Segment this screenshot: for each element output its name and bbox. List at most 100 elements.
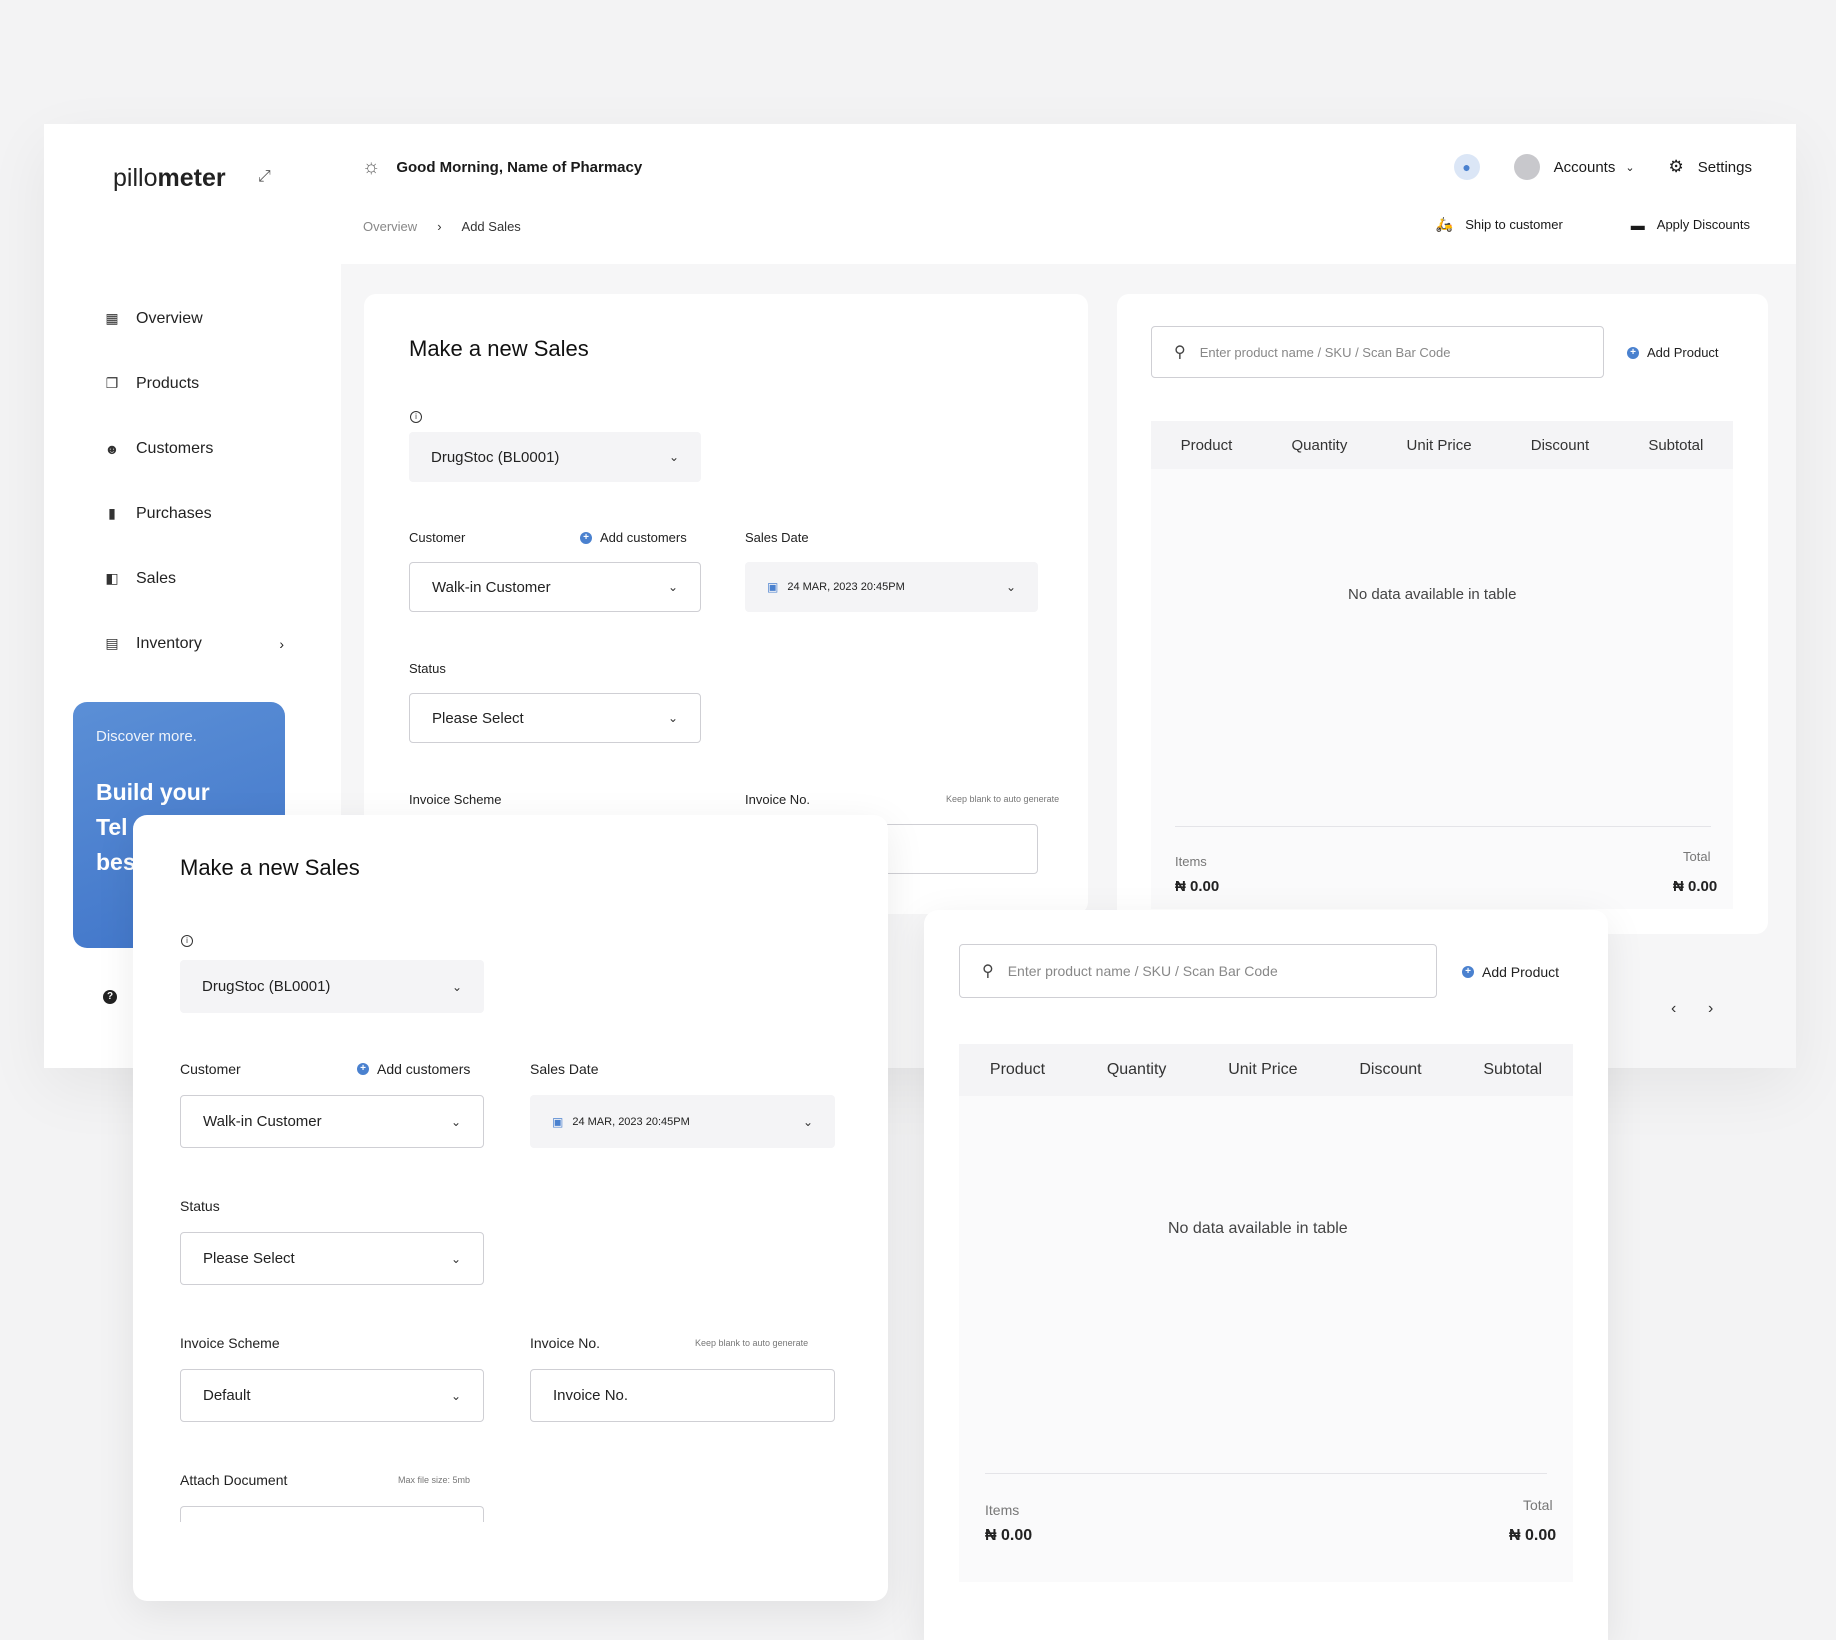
attach-document-label: Attach Document [180,1472,288,1488]
total-label: Total [1523,1497,1553,1513]
table-header: Product Quantity Unit Price Discount Sub… [959,1044,1573,1096]
breadcrumb-overview[interactable]: Overview [363,219,417,234]
add-product-button[interactable]: + Add Product [1462,964,1559,980]
sun-icon: ☼ [362,156,381,178]
sidebar-item-inventory[interactable]: ▤ Inventory › [104,611,284,676]
search-icon: ⚲ [982,963,994,980]
products-icon: ❐ [105,375,119,391]
sidebar-item-overview[interactable]: ▦ Overview [104,286,284,351]
chevron-down-icon: ⌄ [451,979,462,994]
customer-select[interactable]: Walk-in Customer ⌄ [409,562,701,612]
location-select[interactable]: DrugStoc (BL0001) ⌄ [409,432,701,482]
empty-table-message: No data available in table [1168,1220,1348,1237]
chevron-down-icon: ⌄ [802,1114,813,1129]
column-quantity[interactable]: Quantity [1107,1061,1167,1079]
add-product-button[interactable]: + Add Product [1627,345,1719,360]
plus-icon: + [580,531,592,544]
invoice-no-label: Invoice No. [530,1335,601,1351]
status-select[interactable]: Please Select ⌄ [180,1232,484,1285]
product-search-input[interactable]: ⚲ Enter product name / SKU / Scan Bar Cod… [959,944,1437,998]
info-icon: i [181,935,193,947]
location-select[interactable]: DrugStoc (BL0001) ⌄ [180,960,484,1013]
items-value: ₦ 0.00 [1175,878,1220,895]
column-discount[interactable]: Discount [1359,1061,1421,1079]
dashboard-icon: ▦ [105,310,119,326]
chevron-down-icon: ⌄ [1625,161,1635,174]
sales-date-picker[interactable]: ▣ 24 MAR, 2023 20:45PM ⌄ [530,1095,835,1148]
sidebar-nav: ▦ Overview ❐ Products ☻ Customers ▮ Purchase… [104,286,284,676]
invoice-scheme-label: Invoice Scheme [180,1335,280,1351]
brand-logo: pillometer [113,164,226,192]
delivery-icon: 🛵 [1435,216,1454,232]
customer-select[interactable]: Walk-in Customer ⌄ [180,1095,484,1148]
table-body [959,1096,1573,1582]
total-value: ₦ 0.00 [1509,1527,1557,1544]
column-discount[interactable]: Discount [1531,437,1589,454]
info-icon: i [410,411,422,423]
add-customers-button[interactable]: + Add customers [357,1061,470,1077]
sales-form-card-zoomed: Make a new Sales i DrugStoc (BL0001) ⌄ Cu… [133,815,888,1601]
apply-discounts-button[interactable]: ▬ Apply Discounts [1631,216,1750,233]
invoice-no-hint: Keep blank to auto generate [695,1338,809,1348]
attach-document-field[interactable] [180,1506,484,1522]
sidebar-item-products[interactable]: ❐ Products [104,351,284,416]
promo-small-text: Discover more. [96,728,197,745]
chevron-down-icon: ⌄ [667,711,678,725]
column-subtotal[interactable]: Subtotal [1648,437,1703,454]
products-card-zoomed: ⚲ Enter product name / SKU / Scan Bar Cod… [924,910,1608,1640]
column-unit-price[interactable]: Unit Price [1228,1061,1297,1079]
help-icon[interactable]: ? [103,990,117,1004]
total-value: ₦ 0.00 [1673,878,1718,895]
ticket-icon: ▬ [1630,216,1645,233]
status-label: Status [409,661,446,676]
calendar-icon: ▣ [767,580,779,594]
search-icon: ⚲ [1174,344,1186,361]
accounts-menu[interactable]: Accounts ⌄ [1513,154,1635,180]
pagination-prev-icon[interactable]: ‹ [1671,1000,1676,1018]
add-customers-button[interactable]: + Add customers [580,530,687,545]
plus-icon: + [357,1063,369,1075]
column-quantity[interactable]: Quantity [1291,437,1347,454]
sales-date-label: Sales Date [530,1061,599,1077]
table-body [1151,469,1733,909]
column-product[interactable]: Product [1181,437,1233,454]
chevron-down-icon: ⌄ [450,1114,461,1129]
chevron-down-icon: ⌄ [667,580,678,594]
customers-icon: ☻ [104,440,120,457]
divider [1175,826,1711,827]
attach-document-hint: Max file size: 5mb [398,1475,471,1485]
pagination-next-icon[interactable]: › [1708,1000,1713,1018]
column-subtotal[interactable]: Subtotal [1483,1061,1542,1079]
customer-label: Customer [409,530,466,545]
sidebar-item-customers[interactable]: ☻ Customers [104,416,284,481]
ship-to-customer-button[interactable]: 🛵 Ship to customer [1436,216,1563,233]
breadcrumb-add-sales: Add Sales [461,219,521,234]
sidebar-item-purchases[interactable]: ▮ Purchases [104,481,284,546]
invoice-no-label: Invoice No. [745,792,811,807]
notification-bell-icon[interactable]: ● [1453,154,1480,180]
purchases-icon: ▮ [108,505,116,521]
products-card: ⚲ Enter product name / SKU / Scan Bar Cod… [1117,294,1768,934]
sales-date-label: Sales Date [745,530,809,545]
product-search-input[interactable]: ⚲ Enter product name / SKU / Scan Bar Cod… [1151,326,1604,378]
invoice-no-input[interactable]: Invoice No. [530,1369,835,1422]
settings-button[interactable]: ⚙ Settings [1669,157,1752,177]
chevron-down-icon: ⌄ [668,450,679,464]
top-bar-actions: ● Accounts ⌄ ⚙ Settings [1453,154,1752,180]
chevron-right-icon: › [437,219,442,234]
invoice-scheme-select[interactable]: Default ⌄ [180,1369,484,1422]
sales-date-picker[interactable]: ▣ 24 MAR, 2023 20:45PM ⌄ [745,562,1038,612]
avatar [1513,154,1540,180]
chevron-right-icon: › [279,635,284,652]
breadcrumb: Overview › Add Sales [363,219,521,234]
form-title: Make a new Sales [409,336,589,361]
status-select[interactable]: Please Select ⌄ [409,693,701,743]
pin-sidebar-icon[interactable]: ⤢ [258,168,271,186]
sidebar-item-sales[interactable]: ◧ Sales [104,546,284,611]
chevron-down-icon: ⌄ [450,1251,461,1266]
column-product[interactable]: Product [990,1061,1045,1079]
chevron-down-icon: ⌄ [1005,580,1016,594]
invoice-scheme-label: Invoice Scheme [409,792,502,807]
sales-icon: ◧ [105,570,119,586]
column-unit-price[interactable]: Unit Price [1407,437,1472,454]
